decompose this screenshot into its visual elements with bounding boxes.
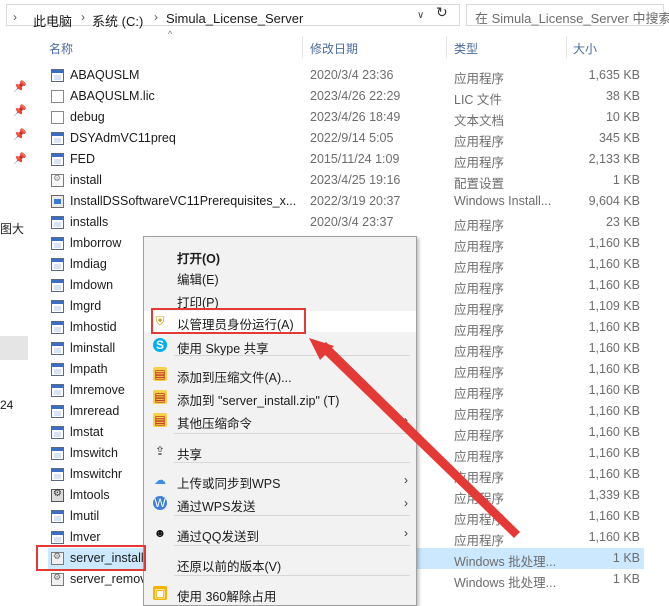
annotation-arrow	[309, 338, 520, 538]
